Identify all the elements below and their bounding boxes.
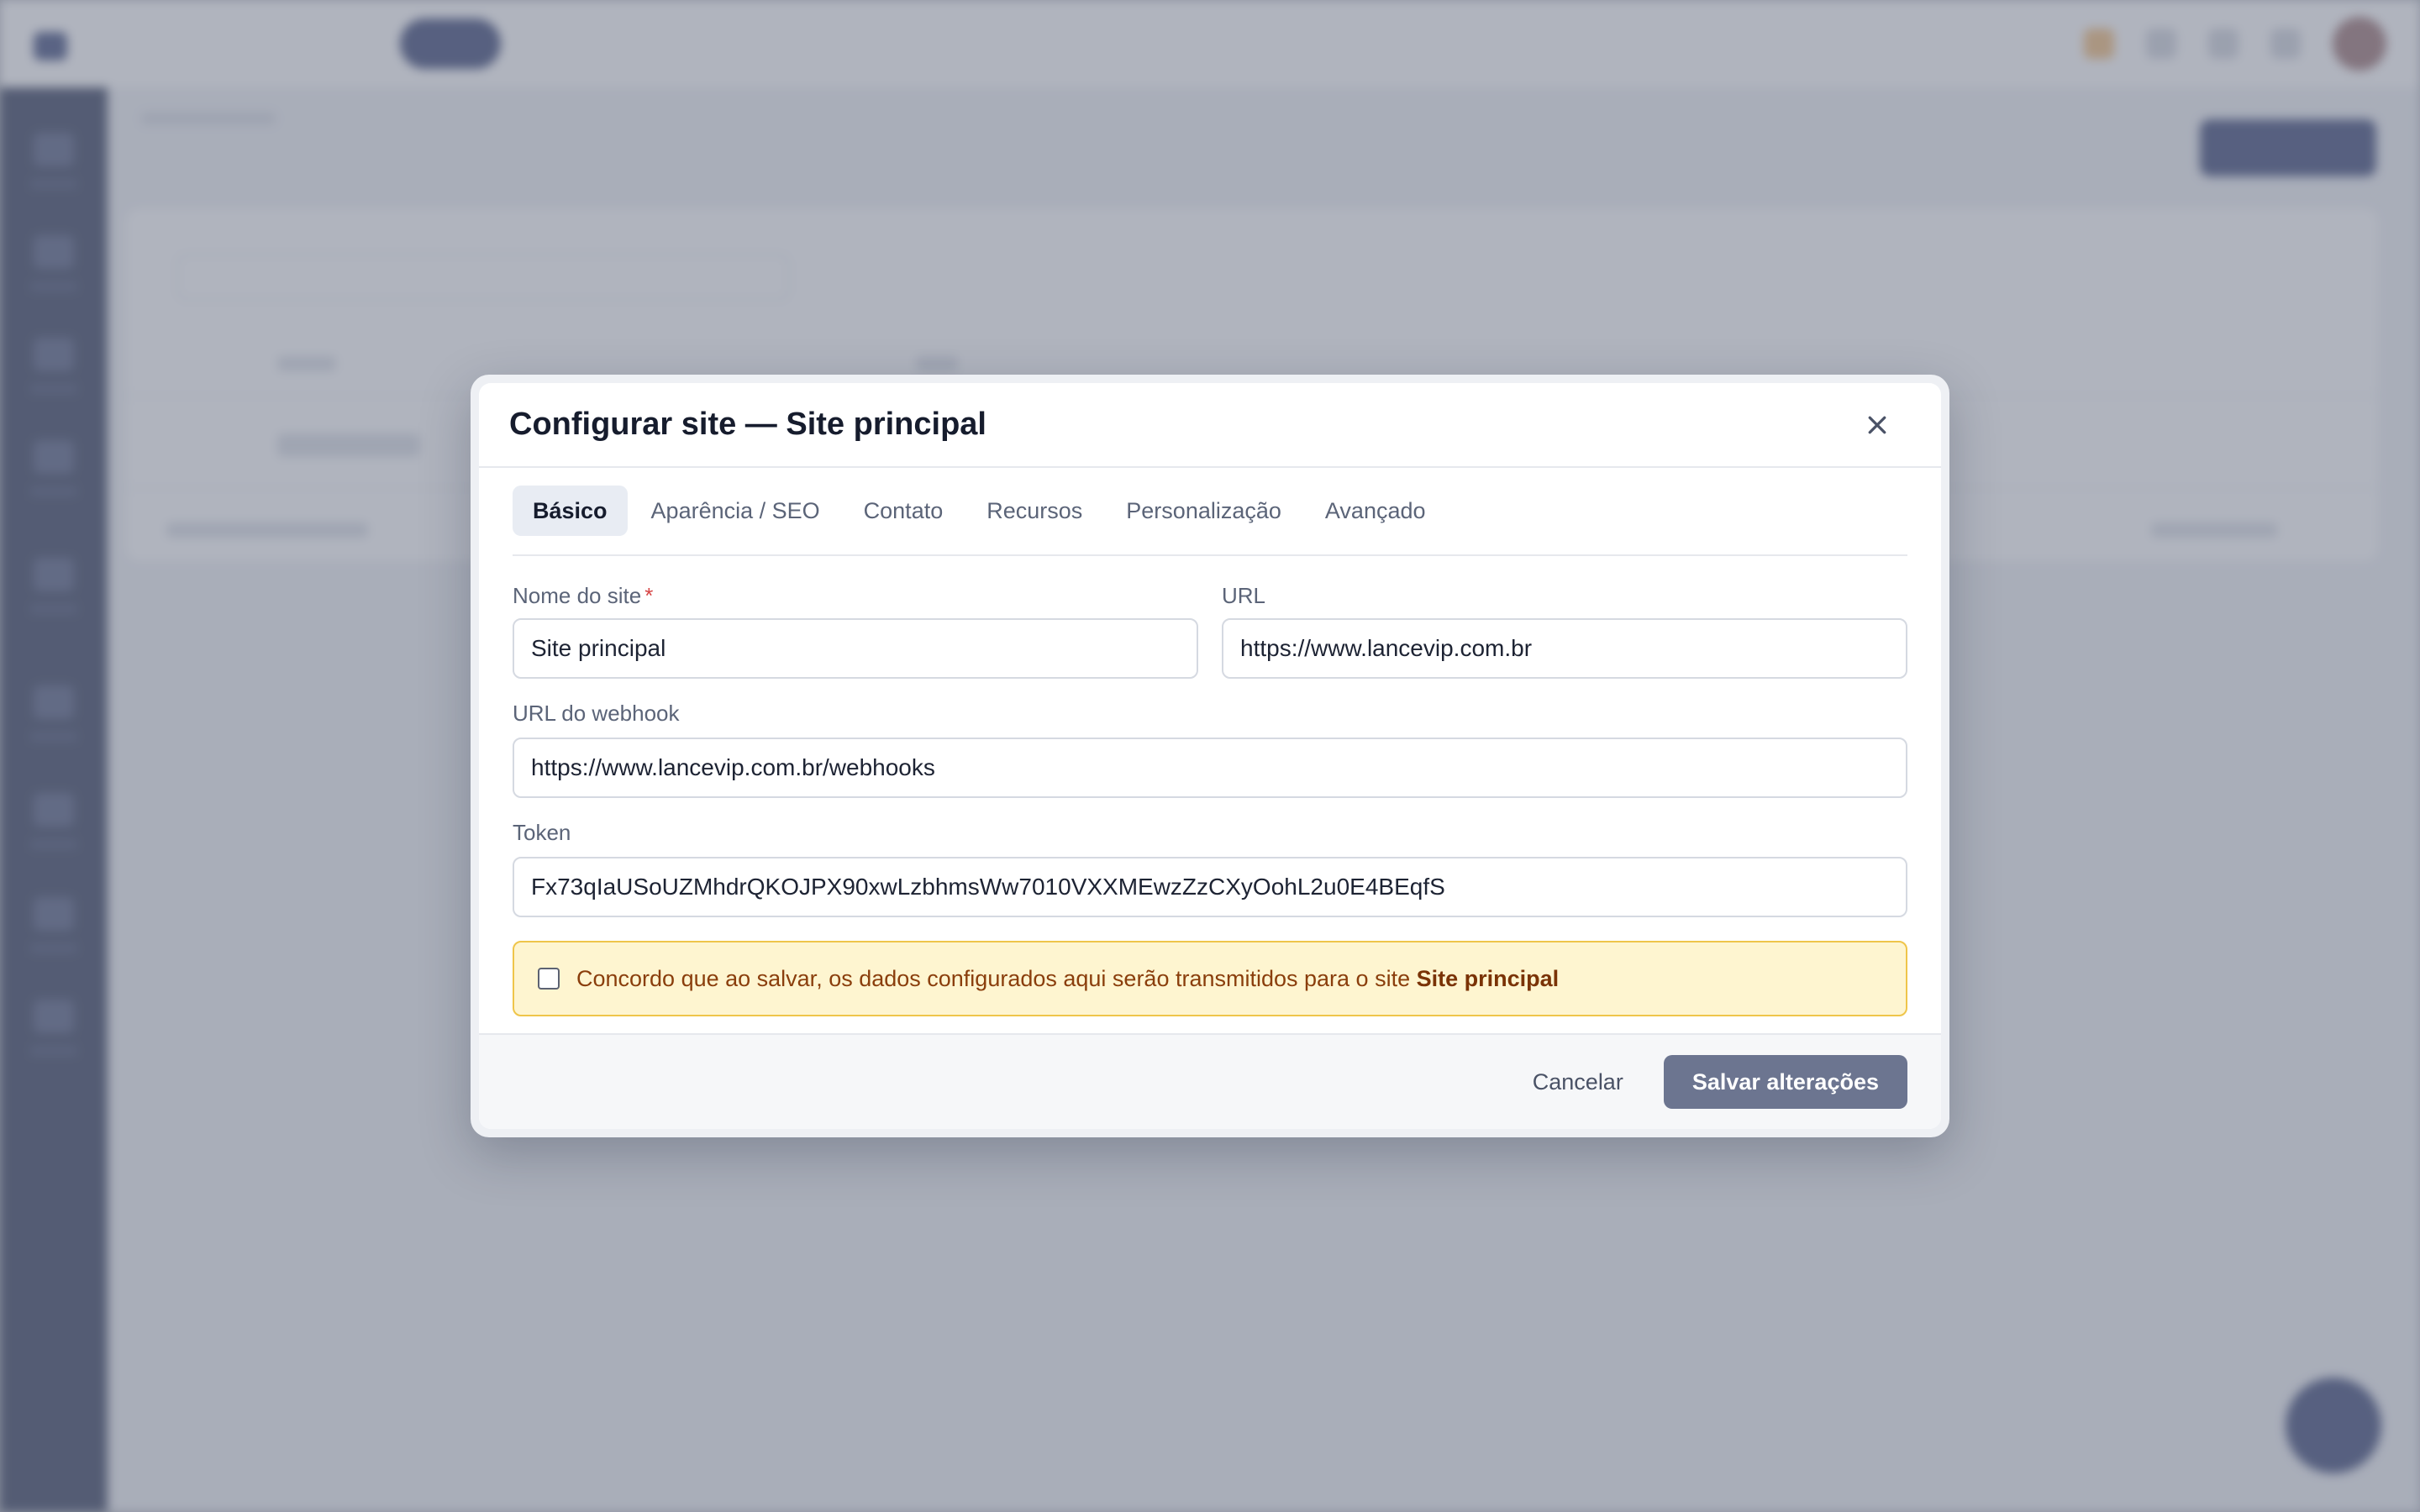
token-label: Token xyxy=(513,820,571,845)
close-icon xyxy=(1868,416,1886,433)
tab-basico[interactable]: Básico xyxy=(513,486,628,536)
consent-notice: Concordo que ao salvar, os dados configu… xyxy=(513,941,1907,1016)
tab-personalizacao[interactable]: Personalização xyxy=(1106,486,1302,536)
close-button[interactable] xyxy=(1857,405,1897,445)
settings-tabs: Básico Aparência / SEO Contato Recursos … xyxy=(513,486,1907,556)
configure-site-dialog: Configurar site — Site principal Básico … xyxy=(471,375,1949,1137)
dialog-footer: Cancelar Salvar alterações xyxy=(479,1033,1941,1129)
url-input[interactable] xyxy=(1222,618,1907,679)
dialog-body: Configurar site — Site principal Básico … xyxy=(479,383,1941,1129)
tab-contato[interactable]: Contato xyxy=(844,486,964,536)
site-name-input[interactable] xyxy=(513,618,1198,679)
dialog-title: Configurar site — Site principal xyxy=(509,407,986,442)
webhook-url-label: URL do webhook xyxy=(513,701,680,726)
tab-avancado[interactable]: Avançado xyxy=(1305,486,1446,536)
cancel-button[interactable]: Cancelar xyxy=(1533,1069,1623,1095)
consent-text: Concordo que ao salvar, os dados configu… xyxy=(576,966,1559,992)
url-label: URL xyxy=(1222,583,1266,608)
webhook-url-input[interactable] xyxy=(513,738,1907,798)
dialog-header: Configurar site — Site principal xyxy=(479,383,1941,468)
consent-checkbox[interactable] xyxy=(538,968,560,990)
consent-message: Concordo que ao salvar, os dados configu… xyxy=(576,965,1417,991)
consent-site-name: Site principal xyxy=(1416,965,1560,991)
required-mark: * xyxy=(644,583,654,608)
site-name-label: Nome do site * xyxy=(513,583,653,609)
token-input[interactable] xyxy=(513,857,1907,917)
site-name-label-text: Nome do site xyxy=(513,583,642,608)
tab-recursos[interactable]: Recursos xyxy=(966,486,1102,536)
save-changes-button[interactable]: Salvar alterações xyxy=(1663,1055,1907,1109)
tab-aparencia-seo[interactable]: Aparência / SEO xyxy=(631,486,840,536)
